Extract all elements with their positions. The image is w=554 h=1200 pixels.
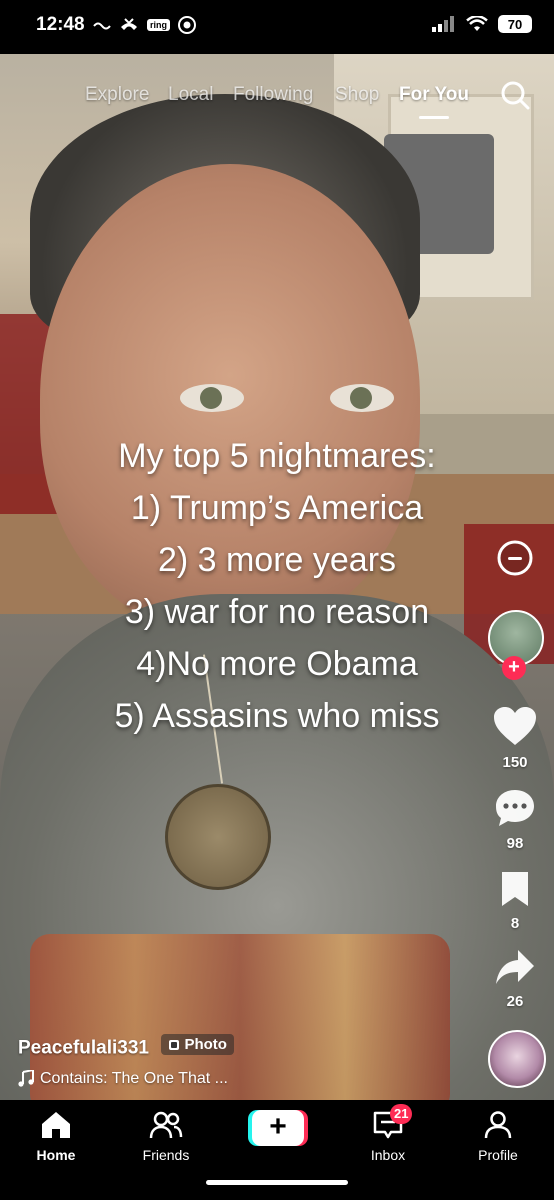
person-eye-right	[330, 384, 394, 412]
photo-badge: Photo	[161, 1034, 234, 1055]
share-count: 26	[506, 993, 524, 1010]
photo-badge-label: Photo	[184, 1036, 227, 1053]
share-arrow-icon	[496, 950, 534, 984]
top-nav: Explore Local Following Shop For You	[0, 80, 554, 120]
status-right-icons: 70	[432, 15, 532, 33]
comment-icon	[496, 790, 534, 826]
chrome-icon	[178, 16, 196, 34]
music-disc[interactable]	[488, 1030, 546, 1088]
filter-effect-button[interactable]	[488, 538, 542, 583]
bookmark-count: 8	[510, 915, 520, 932]
tab-explore[interactable]: Explore	[85, 84, 149, 106]
bookmark-button[interactable]: 8	[488, 870, 542, 932]
nav-friends-label: Friends	[142, 1147, 190, 1163]
music-info[interactable]: Contains: The One That ...	[18, 1069, 234, 1088]
missed-call-icon	[121, 18, 137, 30]
tab-local[interactable]: Local	[168, 84, 213, 106]
home-icon	[42, 1112, 70, 1138]
author-username[interactable]: Peacefulali331	[18, 1038, 149, 1059]
like-button[interactable]: 150	[488, 705, 542, 771]
nav-profile-label: Profile	[478, 1147, 518, 1163]
caption-line: 1) Trump’s America	[130, 489, 424, 527]
comment-count: 98	[506, 835, 524, 852]
ring-app-icon: ring	[147, 19, 170, 31]
music-text: Contains: The One That ...	[40, 1069, 228, 1087]
nav-home[interactable]: Home	[16, 1110, 96, 1163]
plus-icon: +	[252, 1110, 304, 1146]
status-time: 12:48	[36, 14, 85, 35]
inbox-badge: 21	[390, 1104, 413, 1124]
share-button[interactable]: 26	[488, 948, 542, 1010]
wifi-icon	[466, 16, 488, 31]
search-icon	[501, 81, 530, 110]
tiktok-screen: 12:48 ring 70 Explore Local Following Sh…	[0, 0, 554, 1200]
caption-line: My top 5 nightmares:	[118, 437, 436, 475]
tab-following[interactable]: Following	[233, 84, 313, 106]
cellular-signal-icon	[432, 16, 454, 32]
nav-inbox-label: Inbox	[370, 1147, 406, 1163]
caption-line: 2) 3 more years	[157, 541, 397, 579]
caption-line: 5) Assasins who miss	[114, 697, 440, 735]
status-left-icons: ring	[93, 16, 196, 34]
nav-home-label: Home	[36, 1147, 76, 1163]
bookmark-icon	[502, 872, 528, 906]
post-meta: Peacefulali331 Photo Contains: The One T…	[18, 1034, 234, 1088]
photo-icon	[169, 1039, 180, 1050]
nav-friends[interactable]: Friends	[126, 1110, 206, 1163]
search-button[interactable]	[500, 80, 532, 112]
photo-caption-overlay: My top 5 nightmares: 1) Trump’s America …	[40, 430, 514, 742]
necklace-pendant	[165, 784, 271, 890]
person-eye-left	[180, 384, 244, 412]
home-indicator	[206, 1180, 348, 1185]
nav-inbox[interactable]: 21 Inbox	[348, 1104, 428, 1163]
heart-icon	[494, 707, 536, 745]
status-bar: 12:48 ring 70	[0, 0, 554, 54]
tab-shop[interactable]: Shop	[335, 84, 379, 106]
caption-line: 3) war for no reason	[124, 593, 430, 631]
bottom-nav: Home Friends + 21 Inbox Profile	[0, 1100, 554, 1200]
comment-button[interactable]: 98	[488, 788, 542, 852]
caption-line: 4)No more Obama	[136, 645, 418, 683]
tab-for-you[interactable]: For You	[399, 84, 469, 106]
active-tab-indicator	[419, 116, 449, 119]
create-button[interactable]: +	[248, 1110, 308, 1146]
follow-plus-button[interactable]: +	[502, 656, 526, 680]
like-count: 150	[502, 754, 528, 771]
battery-indicator: 70	[498, 15, 532, 33]
nav-profile[interactable]: Profile	[458, 1110, 538, 1163]
wave-icon	[93, 22, 111, 30]
friends-icon	[149, 1111, 183, 1139]
smiley-face-icon	[497, 540, 533, 576]
music-note-icon	[18, 1069, 34, 1087]
profile-icon	[484, 1111, 512, 1139]
